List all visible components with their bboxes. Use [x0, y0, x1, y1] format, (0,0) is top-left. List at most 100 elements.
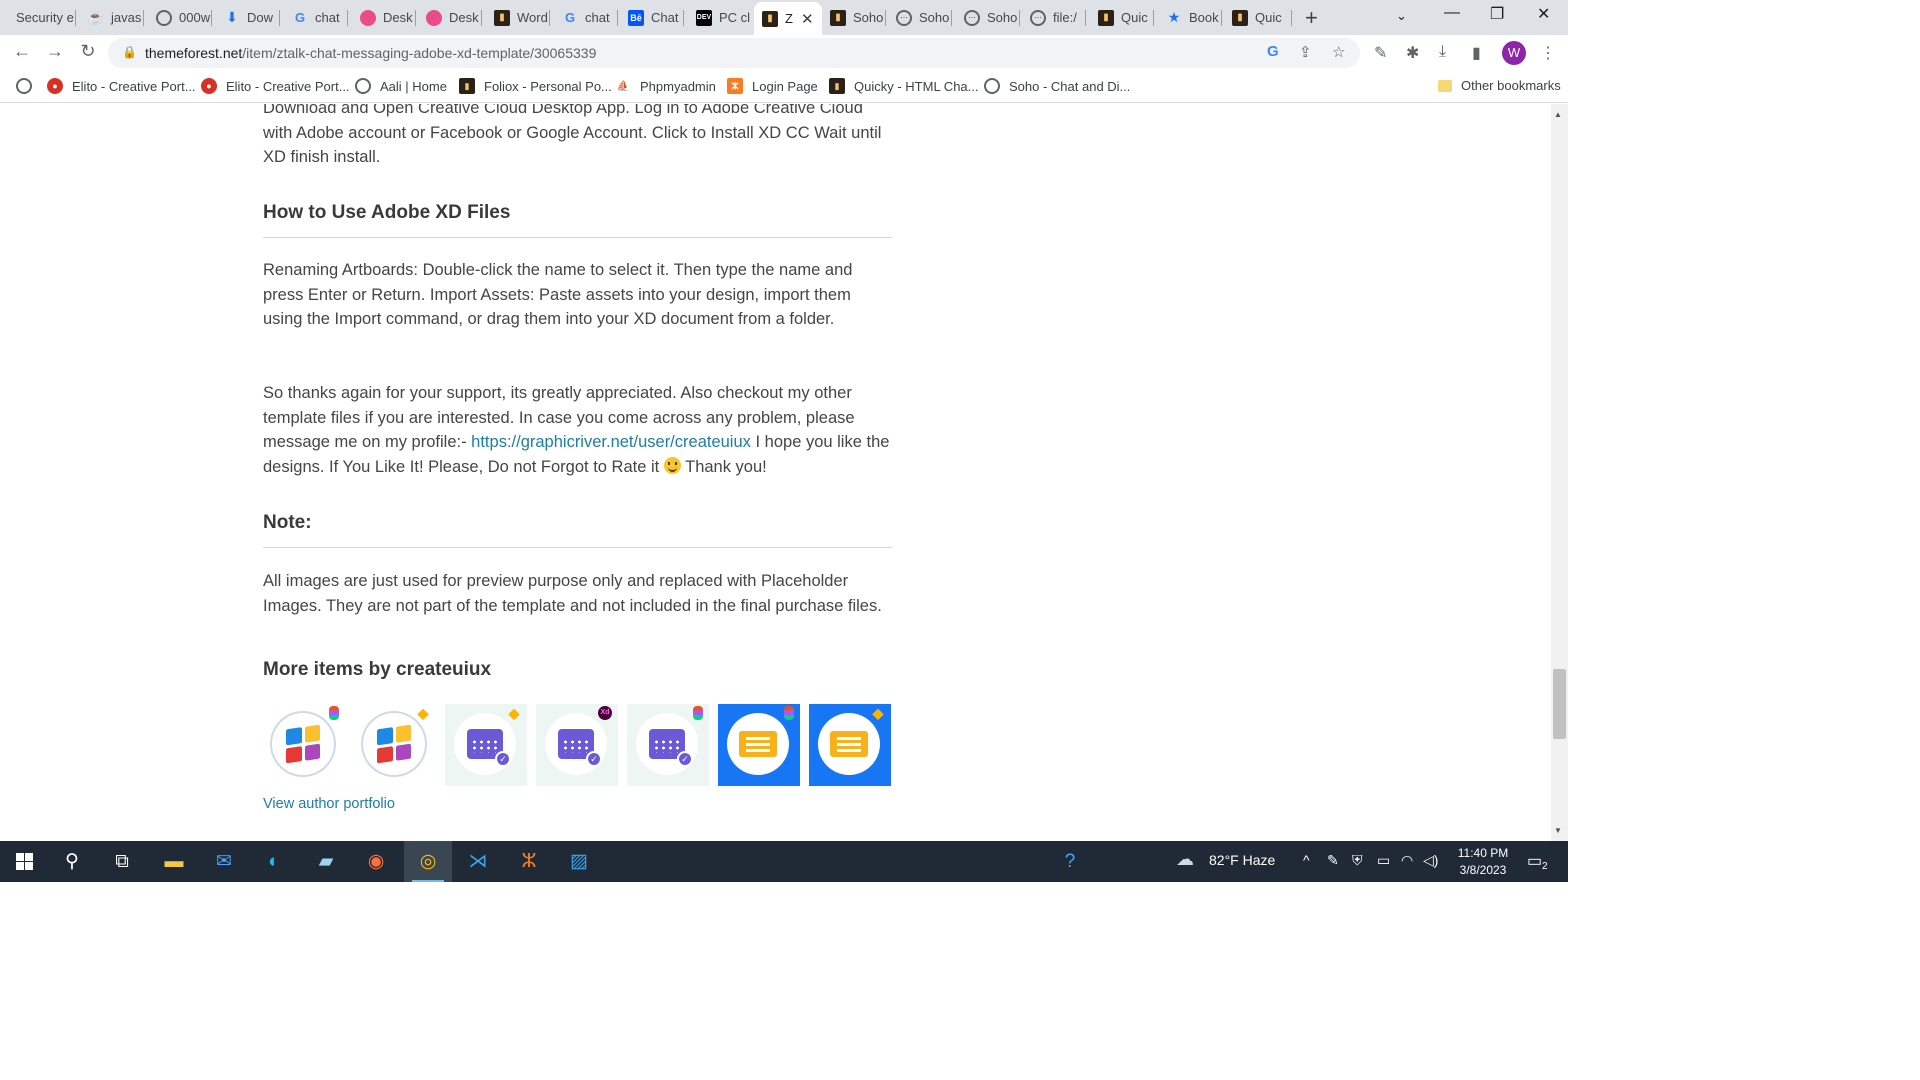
tab-soho-2[interactable]: ⋯ Soho: [888, 4, 952, 31]
themeforest-icon: ▮: [829, 78, 845, 94]
forward-button[interactable]: →: [43, 41, 67, 62]
tab-ztalk-active[interactable]: ▮ Z ✕: [754, 2, 822, 35]
tab-label: Security e: [16, 10, 74, 25]
calendar-figma-item[interactable]: ✓: [627, 704, 709, 786]
ticket-icon: [727, 713, 789, 775]
ticket-sketch-item[interactable]: ◆: [809, 704, 891, 786]
chevron-up-icon[interactable]: ^: [1303, 852, 1310, 868]
mail-icon[interactable]: ✉: [200, 841, 248, 882]
windows-start-icon: [15, 853, 33, 870]
windows-figma-item[interactable]: [263, 704, 345, 786]
battery-icon[interactable]: ▭: [1377, 852, 1390, 869]
bookmark-foliox[interactable]: ▮ Foliox - Personal Po...: [459, 78, 612, 94]
calendar-sketch-item[interactable]: ✓ ◆: [445, 704, 527, 786]
tab-word[interactable]: ▮ Word: [486, 4, 550, 31]
tab-soho-3[interactable]: ⋯ Soho: [956, 4, 1020, 31]
start-button[interactable]: [0, 841, 48, 882]
bookmark-aali[interactable]: Aali | Home: [355, 78, 447, 94]
tab-dribbble-1[interactable]: Desk: [352, 4, 416, 31]
view-portfolio-link[interactable]: View author portfolio: [263, 796, 395, 812]
profile-avatar[interactable]: W: [1502, 41, 1526, 65]
profile-link[interactable]: https://graphicriver.net/user/createuiux: [471, 433, 751, 451]
side-panel-icon[interactable]: ▮: [1472, 43, 1481, 63]
bookmark-quicky[interactable]: ▮ Quicky - HTML Cha...: [829, 78, 978, 94]
new-tab-button[interactable]: +: [1305, 5, 1318, 31]
firefox-icon[interactable]: ◉: [352, 841, 400, 882]
bookmarks-bar: ● Elito - Creative Port... ● Elito - Creat…: [0, 71, 1568, 103]
bookmark-phpmyadmin[interactable]: ⛵ Phpmyadmin: [615, 78, 716, 94]
search-icon[interactable]: ⚲: [48, 841, 96, 882]
eyedropper-icon[interactable]: ✎: [1374, 43, 1387, 63]
smiley-icon: [663, 456, 681, 474]
windows-sketch-item[interactable]: ◆: [354, 704, 436, 786]
tab-quicky-1[interactable]: ▮ Quic: [1090, 4, 1154, 31]
close-window-button[interactable]: ✕: [1537, 4, 1550, 24]
address-bar[interactable]: 🔒 themeforest.net/item/ztalk-chat-messag…: [108, 38, 1360, 68]
tab-security[interactable]: Security e: [8, 4, 76, 31]
extensions-icon[interactable]: ✱: [1406, 43, 1419, 63]
bookmark-login-page[interactable]: ⵣ Login Page: [727, 78, 818, 94]
restore-button[interactable]: ❐: [1490, 4, 1504, 24]
minimize-button[interactable]: —: [1444, 4, 1460, 22]
edge-icon[interactable]: ◐: [250, 841, 298, 882]
weather-text[interactable]: 82°F Haze: [1209, 852, 1275, 868]
back-button[interactable]: ←: [10, 41, 34, 62]
tab-behance-chat[interactable]: Bē Chat: [620, 4, 684, 31]
chat-icon: [984, 78, 1000, 94]
tab-chat-google[interactable]: Gchat: [284, 4, 348, 31]
task-view-icon[interactable]: ⧉: [98, 841, 146, 882]
bookmark-elito-2[interactable]: ● Elito - Creative Port...: [201, 78, 350, 94]
figma-icon: [329, 706, 339, 720]
tab-label: Book: [1189, 10, 1219, 25]
chrome-icon[interactable]: ◎: [404, 841, 452, 882]
scrollbar-thumb[interactable]: [1553, 669, 1566, 739]
bookmark-label: Soho - Chat and Di...: [1009, 78, 1131, 94]
help-icon[interactable]: ?: [1046, 841, 1094, 882]
tab-soho-1[interactable]: ▮ Soho: [822, 4, 886, 31]
tab-quicky-2[interactable]: ▮ Quic: [1224, 4, 1292, 31]
menu-kebab-icon[interactable]: ⋮: [1540, 43, 1556, 63]
bookmark-elito-1[interactable]: ● Elito - Creative Port...: [47, 78, 196, 94]
bookmark-label: Quicky - HTML Cha...: [854, 78, 979, 94]
xampp-icon[interactable]: ⵣ: [505, 841, 553, 882]
vscode-icon[interactable]: ⋊: [454, 841, 502, 882]
reload-button[interactable]: ↻: [76, 41, 100, 62]
wifi-icon[interactable]: ◠: [1401, 852, 1413, 869]
volume-icon[interactable]: ◁): [1423, 852, 1438, 869]
system-clock[interactable]: 11:40 PM 3/8/2023: [1444, 845, 1522, 879]
tab-javascript[interactable]: ☕ javas: [80, 4, 144, 31]
scroll-up-icon[interactable]: ▲: [1554, 110, 1562, 119]
file-explorer-icon[interactable]: ▬: [150, 841, 198, 882]
close-tab-icon[interactable]: ✕: [801, 10, 814, 28]
photos-icon[interactable]: ▨: [555, 841, 603, 882]
page-scrollbar[interactable]: ▲ ▼: [1551, 104, 1568, 841]
google-lens-icon[interactable]: G: [1267, 43, 1279, 60]
sketch-icon: ◆: [508, 705, 520, 721]
tab-file[interactable]: ⋯ file:/: [1022, 4, 1086, 31]
tab-search-icon[interactable]: ⌄: [1396, 8, 1407, 24]
bookmark-label: Aali | Home: [380, 78, 447, 94]
tab-dribbble-2[interactable]: Desk: [418, 4, 482, 31]
bookmark-other[interactable]: Other bookmarks: [1438, 78, 1561, 93]
bookmark-globe[interactable]: [16, 78, 41, 94]
share-icon[interactable]: ⇪: [1299, 43, 1312, 61]
scroll-down-icon[interactable]: ▼: [1554, 826, 1562, 835]
notification-icon[interactable]: ▭: [1527, 851, 1542, 871]
bookmark-star-icon[interactable]: ☆: [1332, 43, 1345, 61]
calendar-xd-item[interactable]: ✓ Xd: [536, 704, 618, 786]
folder-icon: [1438, 79, 1452, 92]
tab-000webhost[interactable]: 000w: [148, 4, 212, 31]
tab-bookmarks[interactable]: ★ Book: [1158, 4, 1222, 31]
download-icon[interactable]: ⤓: [1439, 43, 1446, 61]
ticket-figma-item[interactable]: [718, 704, 800, 786]
bookmark-soho[interactable]: Soho - Chat and Di...: [984, 78, 1130, 94]
dribbble-icon: [360, 9, 376, 26]
tab-dev[interactable]: DEV PC cl: [688, 4, 752, 31]
tab-downloads[interactable]: ⬇ Dow: [216, 4, 280, 31]
themeforest-icon: ▮: [494, 9, 510, 26]
security-icon[interactable]: ⛨: [1352, 852, 1363, 869]
pen-icon[interactable]: ✎: [1327, 852, 1339, 869]
google-icon: G: [294, 10, 306, 25]
notepad-icon[interactable]: ▰: [302, 841, 350, 882]
tab-chat-google-2[interactable]: Gchat: [554, 4, 618, 31]
